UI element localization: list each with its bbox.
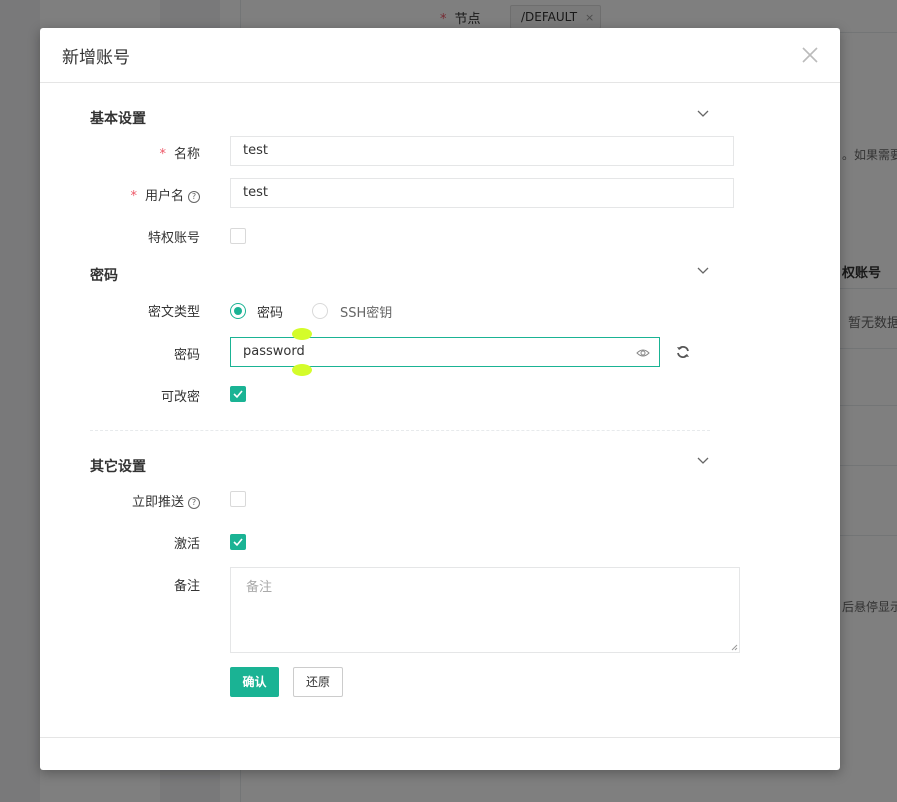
secret-type-radio-ssh[interactable] <box>312 303 328 319</box>
username-input[interactable]: test <box>230 178 734 208</box>
help-icon[interactable]: ? <box>188 497 200 509</box>
resize-handle-top[interactable] <box>292 328 312 340</box>
chevron-down-icon[interactable] <box>696 106 710 120</box>
resize-grip-icon[interactable] <box>730 643 738 651</box>
password-input[interactable]: password <box>230 337 660 367</box>
help-icon[interactable]: ? <box>188 191 200 203</box>
active-label: 激活 <box>173 537 200 552</box>
push-now-label: 立即推送? <box>40 491 200 510</box>
username-label: * 用户名? <box>40 185 200 204</box>
section-divider <box>90 430 710 431</box>
modal-header: 新增账号 <box>40 28 840 83</box>
privileged-label: 特权账号 <box>147 231 200 246</box>
section-title-basic: 基本设置 <box>90 111 146 127</box>
active-checkbox[interactable] <box>230 534 246 550</box>
changeable-checkbox[interactable] <box>230 386 246 402</box>
modal-footer-divider <box>40 737 840 738</box>
chevron-down-icon[interactable] <box>696 453 710 467</box>
add-account-modal: 新增账号 基本设置 * 名称 test * 用户名? test 特权账号 密码 密文… <box>40 28 840 770</box>
secret-type-option-ssh[interactable]: SSH密钥 <box>340 302 392 321</box>
comment-label: 备注 <box>173 579 200 594</box>
resize-handle-bottom[interactable] <box>292 364 312 376</box>
push-now-checkbox[interactable] <box>230 491 246 507</box>
chevron-down-icon[interactable] <box>696 263 710 277</box>
reset-button[interactable]: 还原 <box>293 667 343 697</box>
comment-placeholder: 备注 <box>246 580 273 595</box>
refresh-icon[interactable] <box>676 345 690 359</box>
secret-type-radio-password[interactable] <box>230 303 246 319</box>
secret-type-label: 密文类型 <box>147 305 200 320</box>
check-icon <box>233 538 243 547</box>
section-title-other: 其它设置 <box>90 459 146 475</box>
privileged-checkbox[interactable] <box>230 228 246 244</box>
changeable-label: 可改密 <box>160 390 200 405</box>
password-label: 密码 <box>173 348 200 363</box>
eye-icon[interactable] <box>636 348 650 358</box>
check-icon <box>233 390 243 399</box>
secret-type-option-password[interactable]: 密码 <box>257 302 283 321</box>
comment-textarea[interactable]: 备注 <box>230 567 740 653</box>
confirm-button[interactable]: 确认 <box>230 667 279 697</box>
section-title-password: 密码 <box>90 268 118 284</box>
modal-title: 新增账号 <box>62 48 130 68</box>
name-input[interactable]: test <box>230 136 734 166</box>
close-icon[interactable] <box>802 42 818 68</box>
name-label: * 名称 <box>159 147 200 162</box>
